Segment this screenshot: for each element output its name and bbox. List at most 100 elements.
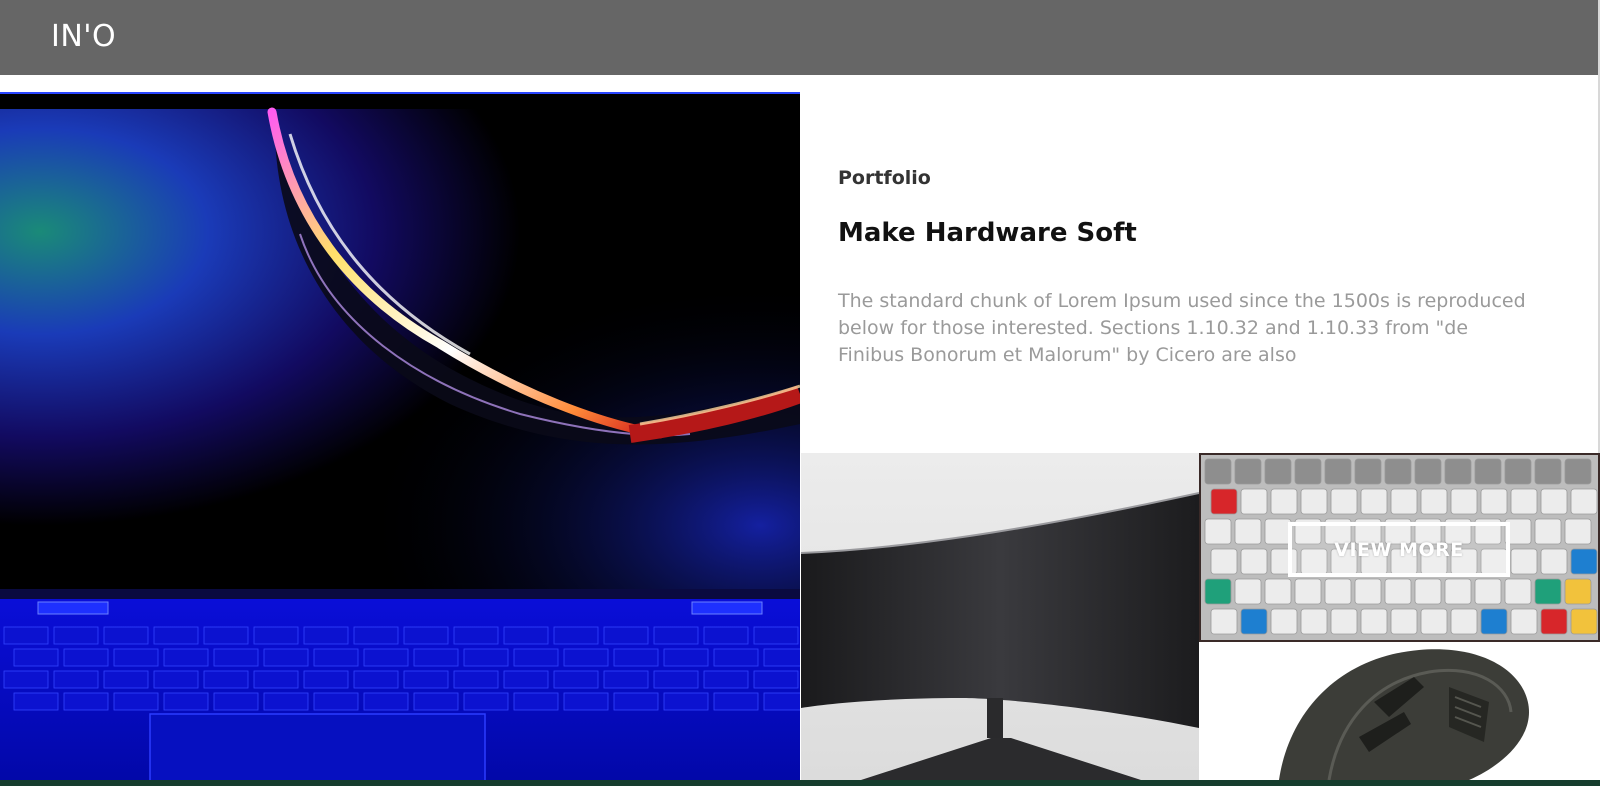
mechanical-key bbox=[1480, 488, 1508, 515]
laptop-key bbox=[53, 626, 99, 645]
mechanical-key bbox=[1564, 578, 1592, 605]
laptop-key bbox=[103, 626, 149, 645]
laptop-key bbox=[453, 626, 499, 645]
mechanical-key bbox=[1414, 578, 1442, 605]
monitor-image[interactable] bbox=[801, 453, 1199, 780]
mechanical-key bbox=[1264, 458, 1292, 485]
mechanical-key bbox=[1204, 578, 1232, 605]
laptop-key bbox=[403, 670, 449, 689]
laptop-key bbox=[563, 692, 609, 711]
laptop-key bbox=[763, 692, 800, 711]
mechanical-key bbox=[1564, 458, 1592, 485]
mechanical-key bbox=[1240, 548, 1268, 575]
laptop-key bbox=[403, 626, 449, 645]
mechanical-key bbox=[1240, 488, 1268, 515]
laptop-key bbox=[203, 670, 249, 689]
mechanical-key bbox=[1474, 458, 1502, 485]
bottom-strip bbox=[0, 780, 1600, 786]
laptop-key bbox=[413, 648, 459, 667]
laptop-key bbox=[513, 648, 559, 667]
mechanical-key bbox=[1324, 458, 1352, 485]
laptop-key bbox=[513, 692, 559, 711]
laptop-key bbox=[653, 670, 699, 689]
laptop-key bbox=[703, 626, 749, 645]
view-more-button[interactable]: VIEW MORE bbox=[1288, 522, 1510, 577]
laptop-key bbox=[103, 670, 149, 689]
laptop-key bbox=[553, 670, 599, 689]
laptop-key bbox=[553, 626, 599, 645]
laptop-key bbox=[713, 692, 759, 711]
mechanical-key bbox=[1564, 518, 1592, 545]
laptop-key bbox=[363, 648, 409, 667]
mechanical-key bbox=[1300, 488, 1328, 515]
laptop-key bbox=[253, 626, 299, 645]
mechanical-key bbox=[1450, 488, 1478, 515]
laptop-key bbox=[753, 626, 799, 645]
mouse-image[interactable] bbox=[1199, 642, 1600, 780]
mechanical-key bbox=[1210, 548, 1238, 575]
site-logo[interactable]: IN'O bbox=[51, 19, 116, 55]
laptop-key bbox=[713, 648, 759, 667]
laptop-key bbox=[63, 648, 109, 667]
laptop-key bbox=[703, 670, 749, 689]
mechanical-key bbox=[1510, 548, 1538, 575]
mechanical-key bbox=[1360, 608, 1388, 635]
mechanical-key bbox=[1540, 608, 1568, 635]
mechanical-key bbox=[1210, 608, 1238, 635]
mechanical-key bbox=[1234, 578, 1262, 605]
mechanical-key bbox=[1264, 578, 1292, 605]
laptop-key bbox=[303, 670, 349, 689]
laptop-key bbox=[263, 692, 309, 711]
mechanical-key bbox=[1534, 458, 1562, 485]
laptop-key bbox=[63, 692, 109, 711]
laptop-key bbox=[663, 648, 709, 667]
mechanical-key bbox=[1450, 608, 1478, 635]
laptop-key bbox=[353, 670, 399, 689]
laptop-key bbox=[413, 692, 459, 711]
mechanical-key bbox=[1234, 518, 1262, 545]
laptop-key bbox=[213, 648, 259, 667]
mechanical-key bbox=[1510, 488, 1538, 515]
mechanical-key bbox=[1204, 518, 1232, 545]
laptop-illustration bbox=[0, 94, 800, 780]
laptop-key bbox=[503, 626, 549, 645]
mechanical-key bbox=[1570, 488, 1598, 515]
mechanical-key bbox=[1420, 488, 1448, 515]
mechanical-key bbox=[1474, 578, 1502, 605]
mechanical-key bbox=[1294, 578, 1322, 605]
mechanical-key bbox=[1354, 578, 1382, 605]
mechanical-key bbox=[1384, 578, 1412, 605]
laptop-key bbox=[313, 648, 359, 667]
laptop-key bbox=[463, 692, 509, 711]
mechanical-key bbox=[1444, 578, 1472, 605]
section-description: The standard chunk of Lorem Ipsum used s… bbox=[838, 290, 1526, 366]
laptop-image bbox=[0, 92, 800, 780]
laptop-key bbox=[163, 648, 209, 667]
laptop-key bbox=[663, 692, 709, 711]
mechanical-key bbox=[1540, 548, 1568, 575]
laptop-key bbox=[263, 648, 309, 667]
laptop-key bbox=[203, 626, 249, 645]
mechanical-key bbox=[1384, 458, 1412, 485]
laptop-key bbox=[463, 648, 509, 667]
top-header: IN'O bbox=[0, 0, 1600, 75]
mechanical-key bbox=[1330, 488, 1358, 515]
laptop-key bbox=[303, 626, 349, 645]
laptop-key bbox=[603, 626, 649, 645]
mechanical-key bbox=[1540, 488, 1568, 515]
laptop-key bbox=[13, 648, 59, 667]
laptop-key bbox=[453, 670, 499, 689]
mechanical-key bbox=[1534, 578, 1562, 605]
mechanical-key bbox=[1510, 608, 1538, 635]
mechanical-key bbox=[1360, 488, 1388, 515]
laptop-key bbox=[653, 626, 699, 645]
laptop-key bbox=[313, 692, 359, 711]
laptop-key bbox=[3, 626, 49, 645]
laptop-key bbox=[163, 692, 209, 711]
mechanical-key bbox=[1390, 608, 1418, 635]
laptop-key bbox=[563, 648, 609, 667]
laptop-key bbox=[153, 670, 199, 689]
section-title: Make Hardware Soft bbox=[838, 218, 1137, 248]
mechanical-key bbox=[1294, 458, 1322, 485]
mechanical-key bbox=[1204, 458, 1232, 485]
